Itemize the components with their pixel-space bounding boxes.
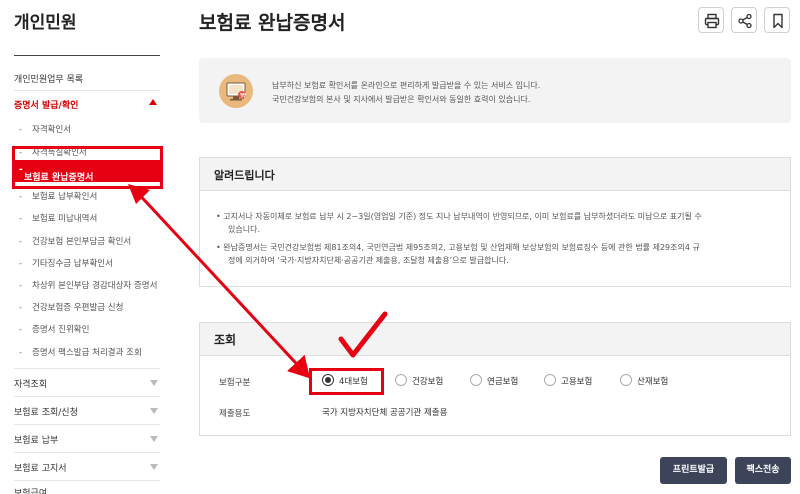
sidebar-divider <box>14 55 160 56</box>
sidebar-subitem[interactable]: - 기타징수금 납부확인서 <box>19 257 113 269</box>
sidebar-separator <box>14 424 160 425</box>
notice-title: 알려드립니다 <box>214 169 275 182</box>
print-issue-button[interactable]: 프린트발급 <box>660 457 727 484</box>
sidebar-subitem[interactable]: - 건강보험증 우편발급 신청 <box>19 301 123 313</box>
sidebar-section-eligibility[interactable]: 자격조회 <box>14 377 47 390</box>
notice-line: • 고지서나 자동이체로 보험료 납부 시 2~3일(영업일 기준) 정도 지나… <box>216 212 702 221</box>
sidebar-subitem[interactable]: - 증명서 진위확인 <box>19 323 89 335</box>
print-button[interactable] <box>698 7 724 33</box>
sidebar-item-list[interactable]: 개인민원업무 목록 <box>14 72 83 85</box>
sidebar-subitem[interactable]: - 증명서 팩스발급 처리결과 조회 <box>19 346 142 358</box>
share-icon <box>738 13 752 29</box>
radio-circle[interactable] <box>470 374 482 386</box>
bookmark-button[interactable] <box>764 7 790 33</box>
highlight-box-radio <box>309 368 384 395</box>
query-title: 조회 <box>214 333 237 347</box>
sidebar-title: 개인민원 <box>14 13 77 33</box>
insurance-type-label: 보험구분 <box>219 378 251 388</box>
sidebar-separator <box>14 368 160 369</box>
notice-line: 정에 의거하여 ‘국가·지방자치단체·공공기관 제출용, 조달청 제출용’으로 … <box>228 256 509 265</box>
share-button[interactable] <box>731 7 757 33</box>
info-text-line: 국민건강보험의 본사 및 지사에서 발급받은 확인서와 동일한 효력이 있습니다… <box>272 95 531 104</box>
purpose-label: 제출용도 <box>219 409 251 419</box>
radio-circle[interactable] <box>544 374 556 386</box>
radio-circle[interactable] <box>620 374 632 386</box>
radio-circle[interactable] <box>395 374 407 386</box>
sidebar-section-premium-bill[interactable]: 보험료 고지서 <box>14 461 67 474</box>
sidebar-subitem[interactable]: - 차상위 본인부담 경감대상자 증명서 <box>19 279 157 291</box>
sidebar-separator <box>14 396 160 397</box>
expand-arrow-icon[interactable] <box>150 380 158 386</box>
sidebar-subitem[interactable]: - 보험료 납부확인서 <box>19 190 97 202</box>
highlight-box-sidebar <box>12 146 163 189</box>
expand-arrow-icon[interactable] <box>150 464 158 470</box>
fax-send-button[interactable]: 팩스전송 <box>735 457 791 484</box>
sidebar-separator <box>14 90 160 91</box>
purpose-value: 국가 지방자치단체 공공기관 제출용 <box>322 408 448 418</box>
page-title: 보험료 완납증명서 <box>199 12 346 34</box>
bookmark-icon <box>773 13 783 29</box>
expand-arrow-icon[interactable] <box>150 408 158 414</box>
sidebar-separator <box>14 480 160 481</box>
collapse-arrow-icon[interactable] <box>149 99 157 105</box>
printer-icon <box>704 13 720 29</box>
certificate-monitor-icon: ₩ <box>219 74 253 108</box>
sidebar-section-premium-payment[interactable]: 보험료 납부 <box>14 433 58 446</box>
notice-line: • 완납증명서는 국민건강보험법 제81조의4, 국민연금법 제95조의2, 고… <box>216 243 700 252</box>
notice-line: 있습니다. <box>228 225 260 234</box>
sidebar: 개인민원 개인민원업무 목록 증명서 발급/확인 - 자격확인서 - 자격득실확인서… <box>0 0 165 494</box>
info-banner: ₩ 납부하신 보험료 확인서를 온라인으로 편리하게 발급받을 수 있는 서비스… <box>199 58 791 123</box>
query-header: 조회 <box>200 323 790 356</box>
sidebar-subitem[interactable]: - 보험료 미납내역서 <box>19 212 97 224</box>
notice-header: 알려드립니다 <box>200 158 790 191</box>
sidebar-section-premium-inquiry[interactable]: 보험료 조회/신청 <box>14 405 78 418</box>
info-text-line: 납부하신 보험료 확인서를 온라인으로 편리하게 발급받을 수 있는 서비스 입… <box>272 81 541 90</box>
notice-panel: 알려드립니다 • 고지서나 자동이체로 보험료 납부 시 2~3일(영업일 기준… <box>199 157 791 287</box>
sidebar-separator <box>14 452 160 453</box>
sidebar-subitem[interactable]: - 건강보험 본인부담금 확인서 <box>19 235 131 247</box>
sidebar-subitem[interactable]: - 자격확인서 <box>19 123 71 135</box>
sidebar-section-benefits[interactable]: 보험급여 <box>14 486 47 494</box>
svg-text:₩: ₩ <box>240 92 246 99</box>
expand-arrow-icon[interactable] <box>150 436 158 442</box>
sidebar-section-certificates[interactable]: 증명서 발급/확인 <box>14 98 78 111</box>
